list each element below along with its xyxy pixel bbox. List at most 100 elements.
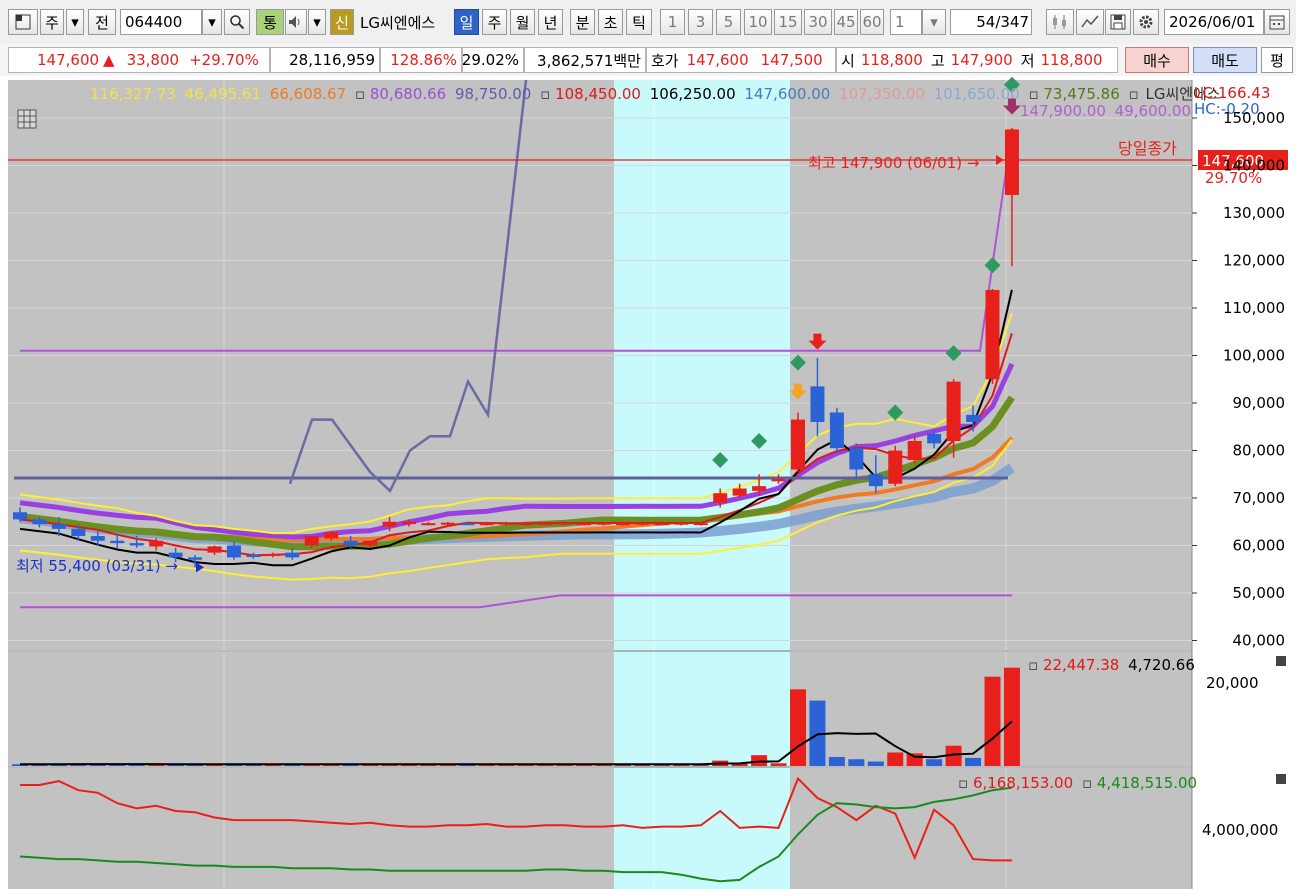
date-input[interactable]: 2026/06/01 <box>1164 9 1264 35</box>
legend-ma8: 147,600.00 <box>744 85 830 103</box>
high-label: 고 <box>930 51 945 70</box>
candle-body <box>13 512 27 520</box>
legend-envelope: 147,900.00 49,600.00 <box>1020 102 1191 120</box>
trade-amount: 3,862,571백만 <box>524 47 646 73</box>
count-field[interactable]: 54/347 <box>950 9 1032 35</box>
turnover-rate: 29.02% <box>462 47 524 73</box>
market-dropdown-icon[interactable]: ▾ <box>66 9 84 35</box>
candle-body <box>382 521 397 527</box>
flow-legend: ▫ 6,168,153.00 ▫ 4,418,515.00 <box>958 774 1197 792</box>
price-tick-label: 50,000 <box>1233 584 1286 602</box>
minute-30[interactable]: 30 <box>804 9 832 35</box>
period-day[interactable]: 일 <box>454 9 479 35</box>
code-input[interactable]: 064400 <box>120 9 202 35</box>
period-month[interactable]: 월 <box>510 9 535 35</box>
candle-body <box>946 381 961 441</box>
gear-icon[interactable] <box>1133 9 1159 35</box>
buy-button[interactable]: 매수 <box>1125 47 1189 73</box>
period-week[interactable]: 주 <box>482 9 507 35</box>
flow-axis-label: 4,000,000 <box>1202 821 1278 839</box>
flow-legend-1: 6,168,153.00 <box>973 774 1073 792</box>
change-rate: +29.70% <box>189 51 259 69</box>
volume-bar <box>1003 667 1020 766</box>
low-annotation: 최저 55,400 (03/31) → <box>16 557 178 575</box>
new-badge[interactable]: 신 <box>330 9 354 35</box>
chart-area[interactable]: 116,327.73 46,495.61 66,608.67 ▫ 80,680.… <box>0 76 1296 889</box>
envelope-low: 49,600.00 <box>1115 102 1191 120</box>
table-icon[interactable] <box>17 109 37 129</box>
close-today-label: 당일종가 <box>1118 139 1177 158</box>
code-dropdown-icon[interactable]: ▾ <box>202 9 222 35</box>
candle-body <box>246 555 261 557</box>
candle-style-icon[interactable] <box>1046 9 1074 35</box>
price-tick-label: 40,000 <box>1233 632 1286 650</box>
period-tick[interactable]: 틱 <box>626 9 652 35</box>
candle-body <box>615 523 630 526</box>
minute-5[interactable]: 5 <box>716 9 741 35</box>
candle-body <box>32 519 47 525</box>
open-price: 118,800 <box>860 51 923 69</box>
minute-15[interactable]: 15 <box>774 9 802 35</box>
period-year[interactable]: 년 <box>538 9 563 35</box>
volume-legend-1: 22,447.38 <box>1043 656 1119 674</box>
candle-body <box>188 557 203 560</box>
candle-body <box>810 386 825 422</box>
candle-body <box>110 540 125 544</box>
volume-bar <box>887 752 904 766</box>
candle-body <box>771 479 786 482</box>
minute-60[interactable]: 60 <box>860 9 884 35</box>
unit-input[interactable]: 1 <box>890 9 922 35</box>
candle-body <box>440 522 455 525</box>
calendar-icon[interactable] <box>1264 9 1290 35</box>
flow-close-icon[interactable] <box>1276 774 1286 784</box>
highlight-region <box>614 80 790 889</box>
minute-10[interactable]: 10 <box>744 9 772 35</box>
candle-body <box>557 522 572 525</box>
price-tick-label: 90,000 <box>1233 394 1286 412</box>
candle-body <box>654 523 669 526</box>
save-icon[interactable] <box>1105 9 1131 35</box>
candle-body <box>518 523 533 526</box>
volume-bar <box>926 759 943 766</box>
price-tick-label: 110,000 <box>1223 299 1285 317</box>
volume-bar <box>790 689 806 766</box>
tong-button[interactable]: 통 <box>256 9 284 35</box>
quote-label: 호가 <box>651 51 679 70</box>
candle-body <box>402 521 416 525</box>
volume-bar <box>965 757 982 766</box>
candle-body <box>285 552 300 558</box>
volume-bar <box>906 753 923 766</box>
volume-bar <box>867 761 884 766</box>
period-second[interactable]: 초 <box>598 9 623 35</box>
volume-ratio: 128.86% <box>380 47 462 73</box>
ohl-cell: 시 118,800 고 147,900 저 118,800 <box>836 47 1118 73</box>
candle-body <box>207 546 222 553</box>
candle-body <box>693 523 708 526</box>
candle-body <box>849 448 864 470</box>
price-tick-label: 60,000 <box>1233 537 1286 555</box>
speaker-icon[interactable] <box>285 9 307 35</box>
volume-cell: 28,116,959 <box>270 47 380 73</box>
minute-1[interactable]: 1 <box>660 9 685 35</box>
minute-3[interactable]: 3 <box>688 9 713 35</box>
unit-dropdown-icon[interactable]: ▾ <box>922 9 946 35</box>
sell-button[interactable]: 매도 <box>1193 47 1257 73</box>
legend-ma5: 98,750.00 <box>455 85 531 103</box>
search-icon[interactable] <box>224 9 250 35</box>
line-tool-icon[interactable] <box>1076 9 1104 35</box>
volume-close-icon[interactable] <box>1276 656 1286 666</box>
up-arrow-icon: ▲ <box>103 51 115 69</box>
market-select[interactable]: 주 <box>40 9 64 35</box>
period-minute[interactable]: 분 <box>570 9 595 35</box>
volume-bar <box>770 763 787 766</box>
price-tick-label: 150,000 <box>1223 109 1285 127</box>
candle-body <box>538 523 553 526</box>
legend-ma2: 46,495.61 <box>185 85 261 103</box>
price-tick-label: 130,000 <box>1223 204 1285 222</box>
avg-button[interactable]: 평 <box>1261 47 1293 73</box>
prev-button[interactable]: 전 <box>88 9 116 35</box>
minute-45[interactable]: 45 <box>834 9 858 35</box>
speaker-dropdown-icon[interactable]: ▾ <box>308 9 326 35</box>
price-tick-label: 70,000 <box>1233 489 1286 507</box>
window-menu-icon[interactable] <box>8 9 38 35</box>
